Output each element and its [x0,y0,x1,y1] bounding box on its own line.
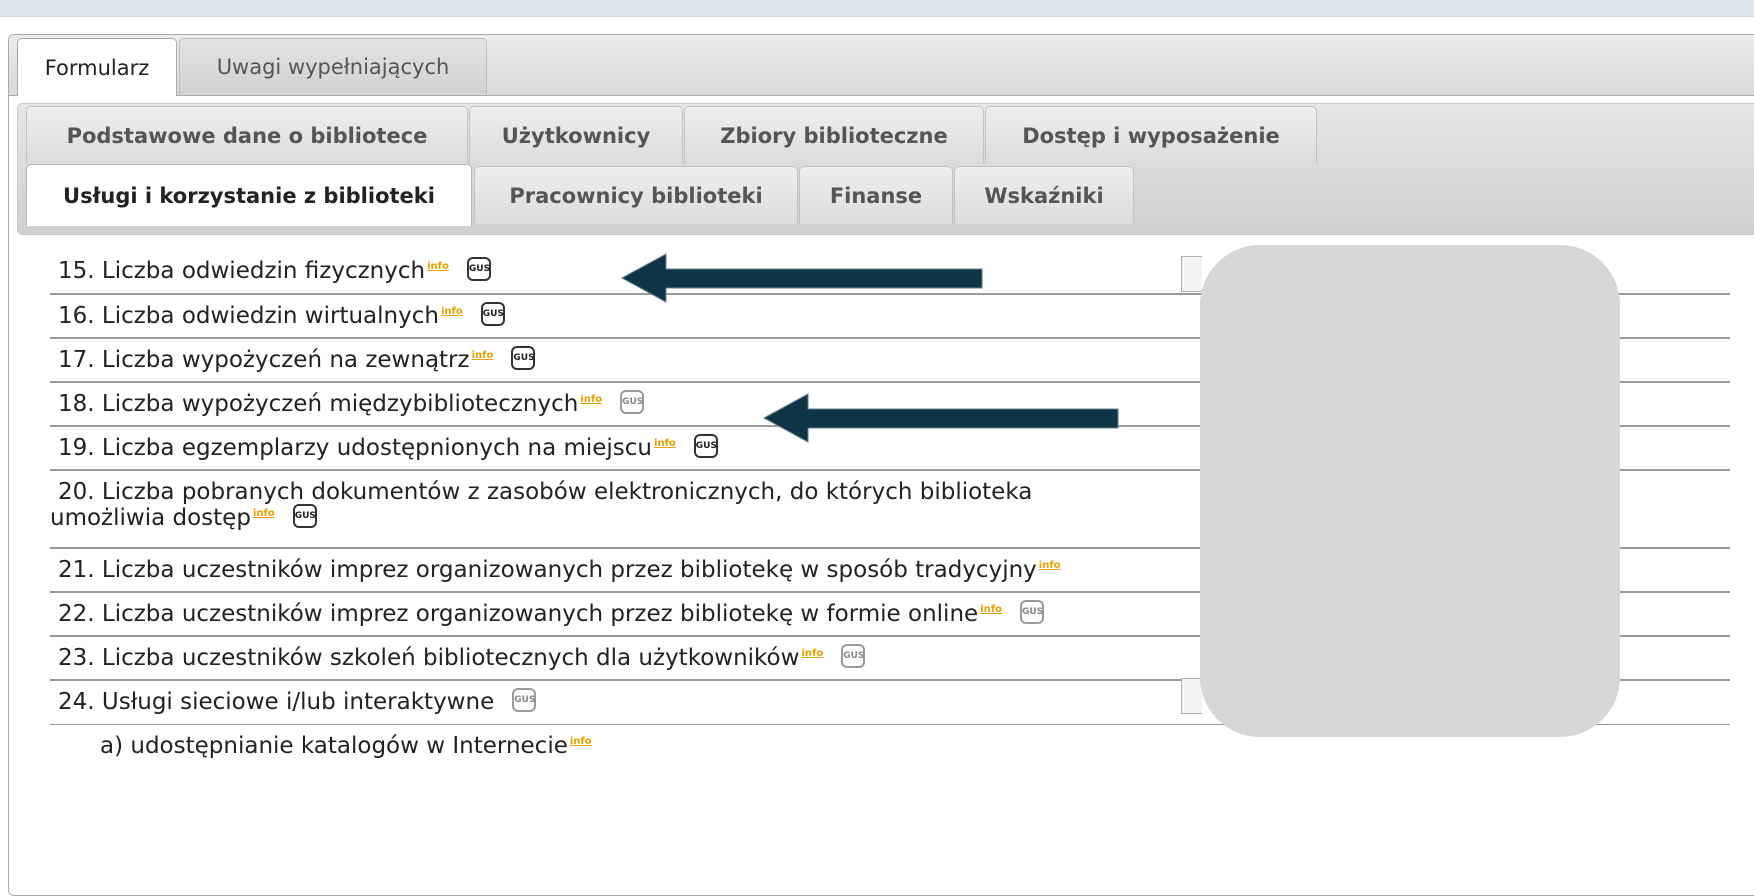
info-link[interactable]: info [801,648,823,659]
info-link[interactable]: info [570,736,592,747]
tab-uslugi-i-korzystanie[interactable]: Usługi i korzystanie z biblioteki [26,164,472,226]
info-link[interactable]: info [980,604,1002,615]
tab-uzytkownicy[interactable]: Użytkownicy [469,106,683,164]
info-link[interactable]: info [427,261,449,272]
gus-badge-icon: GUS [292,503,317,528]
input-field-row-15[interactable] [1181,256,1202,292]
row-label: 17. Liczba wypożyczeń na zewnątrz [58,347,470,373]
info-link[interactable]: info [253,508,275,519]
gus-badge-icon: GUS [480,301,505,326]
row-label: a) udostępnianie katalogów w Internecie [100,733,568,759]
tab-finanse[interactable]: Finanse [799,166,953,224]
info-link[interactable]: info [1039,560,1061,571]
info-link[interactable]: info [441,306,463,317]
window-top-bar [0,0,1754,17]
gus-badge-icon: GUS [466,256,491,281]
outer-tab-bar: Formularz Uwagi wypełniających [9,35,1754,96]
row-label: 22. Liczba uczestników imprez organizowa… [58,601,979,627]
tab-pracownicy-biblioteki[interactable]: Pracownicy biblioteki [474,166,798,224]
row-label: 15. Liczba odwiedzin fizycznych [58,258,426,284]
row-label-line2: umożliwia dostęp [50,505,251,531]
annotation-arrow-icon [762,393,1119,443]
gus-badge-icon: GUS [841,643,866,668]
row-label: 18. Liczba wypożyczeń międzybiblioteczny… [58,391,579,417]
info-link[interactable]: info [654,438,676,449]
annotation-arrow-icon [620,253,983,303]
tab-dostep-i-wyposazenie[interactable]: Dostęp i wyposażenie [985,106,1317,164]
tab-uwagi-wypelniajacych[interactable]: Uwagi wypełniających [179,38,487,94]
row-label: 24. Usługi sieciowe i/lub interaktywne [58,689,495,715]
tab-wskazniki[interactable]: Wskaźniki [954,166,1134,224]
gus-badge-icon: GUS [620,389,645,414]
input-field-row-23[interactable] [1181,678,1202,714]
tab-podstawowe-dane[interactable]: Podstawowe dane o bibliotece [26,106,468,164]
row-label: 23. Liczba uczestników szkoleń bibliotec… [58,645,800,671]
section-tab-bar: Podstawowe dane o bibliotece Użytkownicy… [17,103,1754,235]
gus-badge-icon: GUS [1019,599,1044,624]
row-label: 21. Liczba uczestników imprez organizowa… [58,557,1037,583]
gus-badge-icon: GUS [512,687,537,712]
gus-badge-icon: GUS [693,433,718,458]
row-label: 16. Liczba odwiedzin wirtualnych [58,303,439,329]
gus-badge-icon: GUS [511,345,536,370]
redaction-overlay [1200,245,1620,737]
info-link[interactable]: info [472,350,494,361]
tab-formularz[interactable]: Formularz [17,38,177,96]
info-link[interactable]: info [580,394,602,405]
row-label: 19. Liczba egzemplarzy udostępnionych na… [58,435,653,461]
tab-zbiory-biblioteczne[interactable]: Zbiory biblioteczne [684,106,984,164]
